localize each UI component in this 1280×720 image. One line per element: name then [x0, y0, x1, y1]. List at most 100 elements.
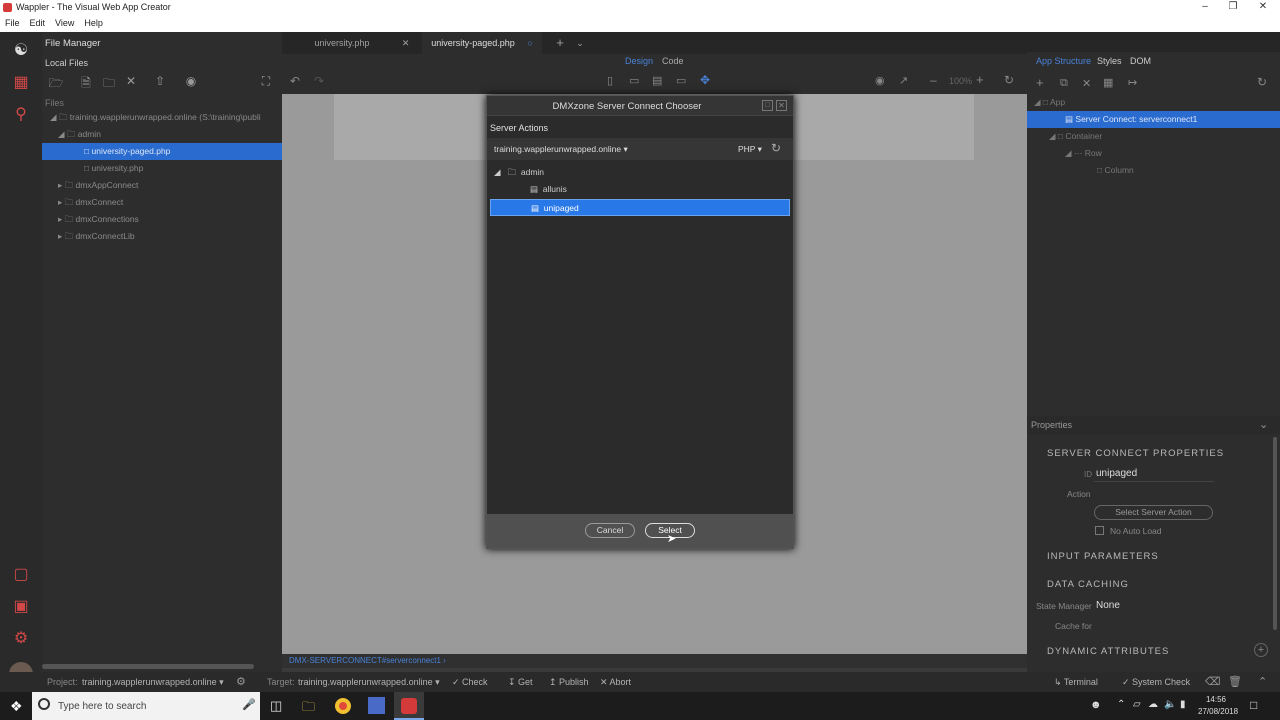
- clock-date[interactable]: 27/08/2018: [1198, 707, 1238, 716]
- microphone-icon[interactable]: 🎤: [242, 698, 256, 711]
- element-path-status[interactable]: DMX-SERVERCONNECT#serverconnect1 ›: [282, 654, 1027, 668]
- eye-icon[interactable]: ◉: [183, 74, 199, 88]
- cancel-button[interactable]: Cancel: [585, 523, 635, 538]
- maximize-icon[interactable]: ❐: [1218, 0, 1248, 16]
- structure-row[interactable]: ◢ ⋯ Row: [1027, 145, 1280, 162]
- data-caching-heading[interactable]: DATA CACHING: [1047, 579, 1129, 590]
- tray-chevron-icon[interactable]: ⌃: [1117, 699, 1125, 710]
- open-folder-icon[interactable]: 🗁: [48, 74, 64, 95]
- tab-university-paged[interactable]: university-paged.php ○: [422, 32, 542, 54]
- no-auto-load-checkbox[interactable]: [1095, 526, 1104, 535]
- eraser-icon[interactable]: ⌫: [1205, 675, 1221, 688]
- dialog-close-icon[interactable]: ✕: [776, 100, 787, 111]
- new-folder-icon[interactable]: 🗀: [101, 74, 117, 95]
- copy-icon[interactable]: ⧉: [1060, 77, 1068, 90]
- abort-button[interactable]: ✕ Abort: [600, 677, 631, 688]
- add-tab-icon[interactable]: +: [550, 32, 570, 54]
- search-icon[interactable]: ⚲: [8, 102, 34, 128]
- move-icon[interactable]: ↦: [1128, 76, 1137, 89]
- dialog-tree-unipaged[interactable]: ▤ unipaged: [490, 199, 790, 216]
- laptop-icon[interactable]: ▤: [652, 74, 662, 87]
- expand-icon[interactable]: ⛶: [258, 74, 274, 89]
- select-server-action-button[interactable]: Select Server Action: [1094, 505, 1213, 520]
- chevron-up-icon[interactable]: ⌃: [1258, 675, 1267, 688]
- structure-icon[interactable]: ☯: [8, 38, 34, 64]
- upload-icon[interactable]: ⇧: [152, 74, 168, 88]
- share-icon[interactable]: ↗: [899, 74, 908, 87]
- site-select[interactable]: training.wapplerunwrapped.online ▾: [494, 144, 628, 155]
- target-select[interactable]: training.wapplerunwrapped.online ▾: [298, 677, 440, 688]
- dialog-tree-allunis[interactable]: ▤ allunis: [487, 181, 793, 198]
- wrap-icon[interactable]: ▦: [1103, 76, 1113, 89]
- chrome-icon[interactable]: [335, 698, 351, 714]
- file-explorer-icon[interactable]: 🗀: [302, 698, 315, 720]
- task-view-icon[interactable]: ◫: [270, 698, 282, 714]
- people-icon[interactable]: ☻: [1090, 699, 1102, 711]
- check-button[interactable]: ✓ Check: [452, 677, 488, 688]
- desktop-icon[interactable]: ▭: [676, 74, 686, 87]
- get-button[interactable]: ↧ Get: [508, 677, 533, 688]
- properties-header[interactable]: Properties ⌄: [1027, 416, 1280, 434]
- minimize-icon[interactable]: –: [1190, 0, 1220, 16]
- undo-icon[interactable]: ↶: [290, 74, 300, 88]
- clock-time[interactable]: 14:56: [1198, 695, 1234, 704]
- trash-icon[interactable]: 🗑: [1228, 675, 1242, 688]
- preview-icon[interactable]: ◉: [875, 74, 885, 87]
- structure-column[interactable]: □ Column: [1027, 162, 1280, 179]
- battery-icon[interactable]: ▮: [1180, 699, 1186, 710]
- remove-icon[interactable]: ✕: [1082, 77, 1091, 90]
- tree-item-root[interactable]: ◢ 🗀 training.wapplerunwrapped.online (S:…: [42, 109, 282, 126]
- tree-item-dmxconnections[interactable]: ▸ 🗀 dmxConnections: [42, 211, 282, 228]
- project-icon[interactable]: ▣: [8, 594, 34, 620]
- responsive-icon[interactable]: ✥: [700, 73, 710, 87]
- horizontal-scrollbar[interactable]: [42, 664, 254, 669]
- delete-icon[interactable]: ✕: [123, 74, 139, 88]
- close-icon[interactable]: ✕: [1248, 0, 1278, 16]
- close-tab-icon[interactable]: ✕: [402, 38, 410, 48]
- lock-icon[interactable]: ▢: [8, 562, 34, 588]
- menu-file[interactable]: File: [0, 16, 25, 28]
- id-value[interactable]: unipaged: [1096, 468, 1137, 479]
- notifications-icon[interactable]: □: [1250, 698, 1257, 712]
- collapse-chevron-icon[interactable]: ⌄: [1259, 418, 1268, 431]
- project-settings-icon[interactable]: ⚙: [236, 675, 246, 688]
- tree-item-admin[interactable]: ◢ 🗀 admin: [42, 126, 282, 143]
- terminal-button[interactable]: ↳ Terminal: [1054, 677, 1098, 688]
- dialog-maximize-icon[interactable]: □: [762, 100, 773, 111]
- state-manager-value[interactable]: None: [1096, 600, 1120, 611]
- add-icon[interactable]: +: [1036, 75, 1044, 90]
- tab-dom[interactable]: DOM: [1130, 56, 1151, 66]
- tree-item-dmxappconnect[interactable]: ▸ 🗀 dmxAppConnect: [42, 177, 282, 194]
- windows-start-icon[interactable]: ❖: [10, 698, 23, 715]
- tree-item-university[interactable]: □ university.php: [42, 160, 282, 177]
- structure-container[interactable]: ◢ □ Container: [1027, 128, 1280, 145]
- settings-icon[interactable]: ⚙: [8, 626, 34, 652]
- new-file-icon[interactable]: 🗎: [78, 74, 94, 95]
- code-view-tab[interactable]: Code: [662, 56, 684, 66]
- mobile-icon[interactable]: ▯: [607, 74, 613, 87]
- tab-styles[interactable]: Styles: [1097, 56, 1122, 66]
- tab-app-structure[interactable]: App Structure: [1036, 56, 1091, 66]
- zoom-in-icon[interactable]: +: [976, 72, 984, 87]
- menu-view[interactable]: View: [50, 16, 79, 28]
- dialog-refresh-icon[interactable]: ↻: [771, 141, 781, 155]
- refresh-icon[interactable]: ↻: [1004, 73, 1014, 87]
- cloud-icon[interactable]: ☁: [1148, 699, 1158, 710]
- taskbar-search-box[interactable]: Type here to search 🎤: [32, 692, 260, 720]
- system-check-button[interactable]: ✓ System Check: [1122, 677, 1190, 688]
- zoom-out-icon[interactable]: –: [930, 73, 937, 87]
- properties-scrollbar[interactable]: [1273, 437, 1277, 630]
- tab-university[interactable]: university.php ✕: [302, 32, 422, 54]
- volume-icon[interactable]: 🔈: [1164, 699, 1176, 710]
- project-select[interactable]: training.wapplerunwrapped.online ▾: [82, 677, 224, 688]
- structure-app[interactable]: ◢ □ App: [1027, 94, 1280, 111]
- language-select[interactable]: PHP ▾: [738, 144, 762, 155]
- add-attribute-icon[interactable]: +: [1254, 643, 1268, 657]
- menu-help[interactable]: Help: [79, 16, 108, 28]
- wappler-taskbar-item[interactable]: [394, 692, 424, 720]
- app-icon[interactable]: [368, 697, 385, 714]
- tree-item-dmxconnectlib[interactable]: ▸ 🗀 dmxConnectLib: [42, 228, 282, 245]
- redo-icon[interactable]: ↷: [314, 74, 324, 88]
- components-icon[interactable]: ▦: [8, 70, 34, 96]
- dialog-tree-admin[interactable]: ◢ 🗀 admin: [487, 164, 793, 181]
